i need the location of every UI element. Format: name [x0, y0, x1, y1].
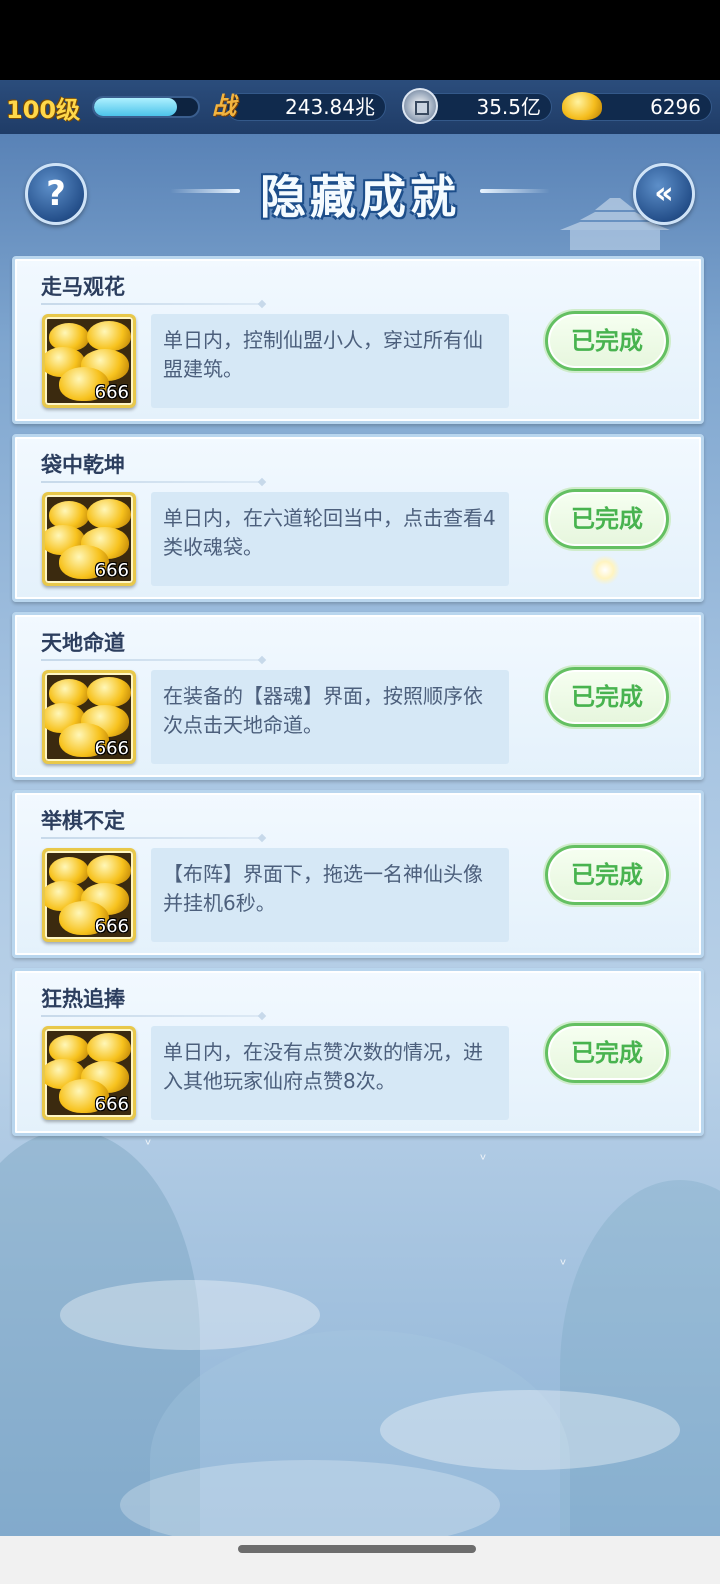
- achievement-description: 单日内，控制仙盟小人，穿过所有仙盟建筑。: [151, 314, 509, 408]
- reward-count: 666: [94, 738, 129, 759]
- achievement-description: 在装备的【器魂】界面，按照顺序依次点击天地命道。: [151, 670, 509, 764]
- achievement-name: 狂热追捧: [41, 987, 125, 1011]
- divider: [41, 1015, 261, 1017]
- divider: [41, 481, 261, 483]
- bird-icon: ᵛ: [480, 1150, 487, 1169]
- gold-ingot-icon: [87, 1033, 131, 1063]
- question-icon: ?: [46, 174, 66, 214]
- achievement-card: 走马观花 666 单日内，控制仙盟小人，穿过所有仙盟建筑。 已完成: [12, 256, 704, 424]
- reward-item[interactable]: 666: [42, 492, 136, 586]
- achievement-description: 单日内，在六道轮回当中，点击查看4类收魂袋。: [151, 492, 509, 586]
- copper-coin-icon: [402, 88, 438, 124]
- achievement-card: 狂热追捧 666 单日内，在没有点赞次数的情况，进入其他玩家仙府点赞8次。 已完…: [12, 968, 704, 1136]
- reward-item[interactable]: 666: [42, 314, 136, 408]
- home-indicator[interactable]: [238, 1545, 476, 1553]
- gold-ingot-icon: [87, 677, 131, 707]
- achievement-description: 【布阵】界面下，拖选一名神仙头像并挂机6秒。: [151, 848, 509, 942]
- power-value: 243.84兆: [226, 93, 386, 121]
- gold-ingot-icon: [562, 92, 602, 120]
- power-icon: 战: [212, 92, 236, 120]
- title-banner: 隐藏成就: [170, 155, 550, 225]
- completed-button[interactable]: 已完成: [545, 1023, 669, 1083]
- resource-bar: 100级 243.84兆 战 35.5亿 6296: [0, 80, 720, 134]
- achievement-card: 天地命道 666 在装备的【器魂】界面，按照顺序依次点击天地命道。 已完成: [12, 612, 704, 780]
- player-level: 100级: [6, 96, 81, 124]
- help-button[interactable]: ?: [25, 163, 87, 225]
- cloud: [60, 1280, 320, 1350]
- back-button[interactable]: «: [633, 163, 695, 225]
- achievement-name: 袋中乾坤: [41, 453, 125, 477]
- achievement-name: 举棋不定: [41, 809, 125, 833]
- page-title: 隐藏成就: [260, 170, 460, 224]
- reward-count: 666: [94, 382, 129, 403]
- sparkle-effect: [590, 555, 620, 585]
- completed-button[interactable]: 已完成: [545, 311, 669, 371]
- achievement-name: 走马观花: [41, 275, 125, 299]
- reward-count: 666: [94, 1094, 129, 1115]
- gold-ingot-icon: [87, 855, 131, 885]
- gold-ingot-icon: [87, 499, 131, 529]
- achievement-card: 举棋不定 666 【布阵】界面下，拖选一名神仙头像并挂机6秒。 已完成: [12, 790, 704, 958]
- mountain-right: [560, 1180, 720, 1550]
- completed-button[interactable]: 已完成: [545, 667, 669, 727]
- bird-icon: ᵛ: [145, 1135, 152, 1154]
- gold-ingot-icon: [87, 321, 131, 351]
- divider: [41, 659, 261, 661]
- achievement-description: 单日内，在没有点赞次数的情况，进入其他玩家仙府点赞8次。: [151, 1026, 509, 1120]
- status-bar: [0, 0, 720, 80]
- divider: [41, 303, 261, 305]
- bird-icon: ᵛ: [560, 1255, 567, 1274]
- achievement-name: 天地命道: [41, 631, 125, 655]
- cloud: [380, 1390, 680, 1470]
- exp-bar-fill: [94, 98, 178, 116]
- reward-count: 666: [94, 560, 129, 581]
- reward-count: 666: [94, 916, 129, 937]
- exp-bar: [92, 96, 200, 118]
- reward-item[interactable]: 666: [42, 848, 136, 942]
- reward-item[interactable]: 666: [42, 670, 136, 764]
- divider: [41, 837, 261, 839]
- completed-button[interactable]: 已完成: [545, 845, 669, 905]
- reward-item[interactable]: 666: [42, 1026, 136, 1120]
- back-arrow-icon: «: [654, 176, 674, 211]
- system-nav-bar: [0, 1536, 720, 1584]
- completed-button[interactable]: 已完成: [545, 489, 669, 549]
